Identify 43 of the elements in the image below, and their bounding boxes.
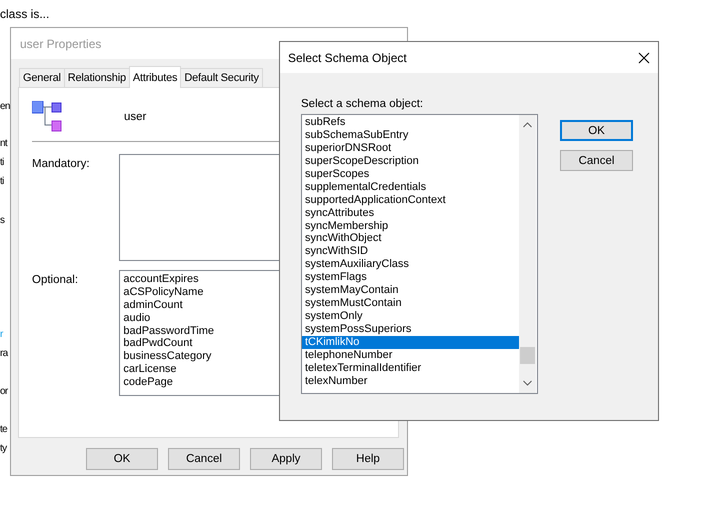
list-item[interactable]: supportedApplicationContext — [302, 194, 519, 207]
label-text: ty — [0, 443, 6, 454]
list-item[interactable]: superScopeDescription — [302, 154, 519, 168]
list-item[interactable]: subSchemaSubEntry — [302, 128, 519, 142]
label-text: ti — [0, 176, 4, 187]
schema-list[interactable] — [301, 114, 538, 394]
label-text: or — [0, 386, 8, 397]
list-item[interactable]: tCKimlikNo — [302, 336, 519, 349]
list-item[interactable]: subRefs — [302, 116, 519, 129]
mandatory-label: Mandatory: — [32, 157, 91, 172]
optional-label: Optional: — [32, 273, 80, 288]
label-text: s — [0, 215, 4, 226]
tab[interactable]: General — [19, 68, 65, 87]
class-hierarchy-icon — [32, 101, 64, 133]
prompt-label: Select a schema object: — [301, 98, 424, 112]
list-item[interactable]: syncWithObject — [302, 232, 519, 246]
dialog-button[interactable]: Help — [332, 448, 404, 470]
label-text: ti — [0, 157, 4, 168]
scroll-thumb[interactable] — [520, 347, 535, 364]
scrollbar[interactable] — [519, 115, 536, 393]
label-text: en — [0, 101, 10, 112]
dialog-button[interactable]: OK — [560, 120, 633, 141]
arrow-down-icon[interactable] — [523, 380, 532, 386]
list-item[interactable]: syncMembership — [302, 220, 519, 232]
label-text: nt — [0, 138, 7, 149]
list-item[interactable]: syncAttributes — [302, 206, 519, 220]
tab[interactable]: Attributes — [128, 66, 182, 88]
object-name: user — [124, 111, 146, 123]
label-text: ra — [0, 348, 8, 359]
dialog-button[interactable]: Cancel — [560, 150, 633, 171]
dialog-button[interactable]: Cancel — [168, 448, 240, 470]
list-item[interactable]: systemAuxiliaryClass — [302, 258, 519, 272]
close-icon[interactable] — [638, 52, 650, 64]
arrow-up-icon[interactable] — [523, 122, 532, 128]
dialog-button[interactable]: OK — [86, 448, 158, 470]
list-item[interactable]: superScopes — [302, 168, 519, 181]
label-text: te — [0, 424, 7, 435]
list-item[interactable]: syncWithSID — [302, 245, 519, 258]
tab[interactable]: Default Security — [180, 68, 263, 87]
dialog-button[interactable]: Apply — [250, 448, 322, 470]
list-item[interactable]: supplementalCredentials — [302, 180, 519, 194]
window-heading: class is... — [0, 7, 50, 21]
list-item[interactable]: superiorDNSRoot — [302, 142, 519, 155]
